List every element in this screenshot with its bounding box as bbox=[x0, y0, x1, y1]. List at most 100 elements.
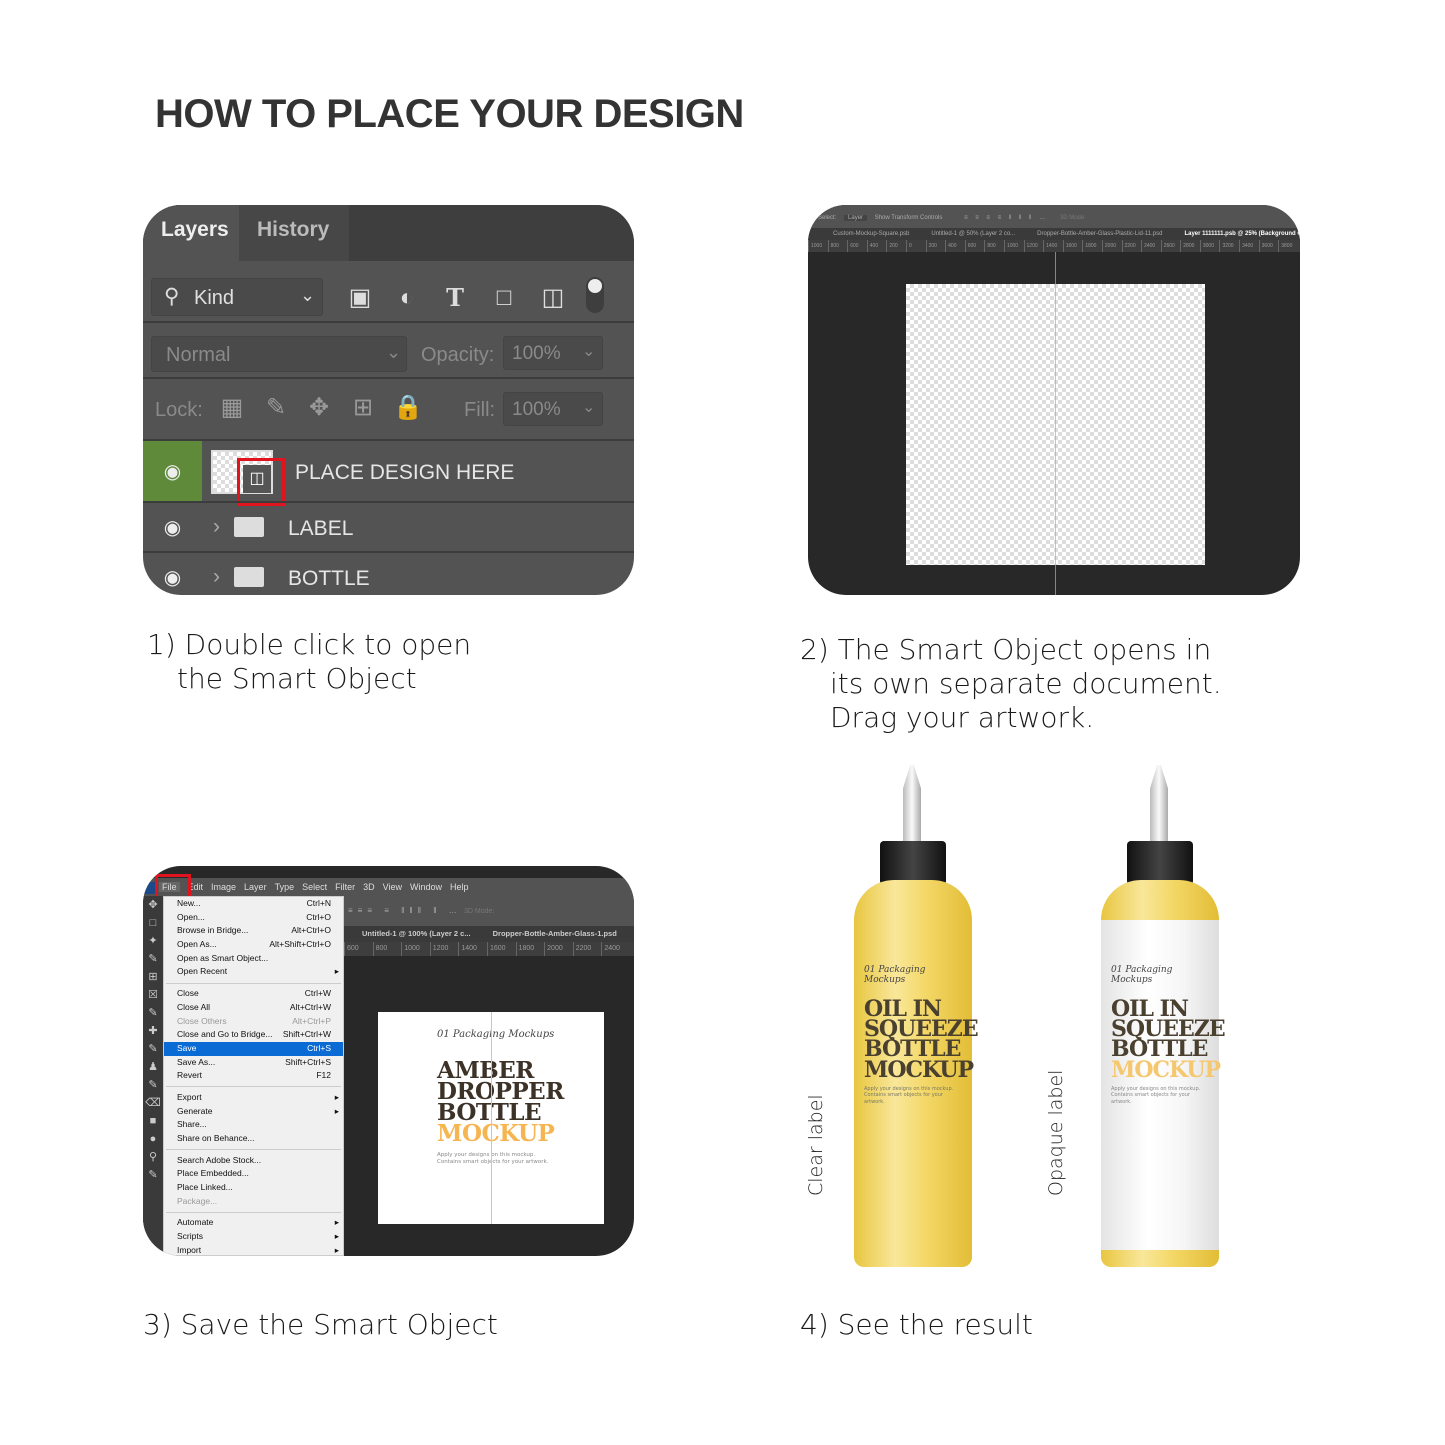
document-tab[interactable]: Layer 1111111.psb @ 25% (Background Colo… bbox=[1184, 231, 1300, 237]
layer-name: BOTTLE bbox=[288, 567, 370, 590]
smart-object-filter-icon[interactable]: ◫ bbox=[538, 283, 568, 313]
menu-item[interactable]: Revert F12 bbox=[164, 1069, 343, 1083]
image-filter-icon[interactable]: ▣ bbox=[345, 283, 375, 313]
ruler-tick: 400 bbox=[866, 240, 887, 252]
page-title: HOW TO PLACE YOUR DESIGN bbox=[155, 92, 744, 136]
menu-layer[interactable]: Layer bbox=[244, 882, 267, 892]
3d-mode-label: 3D Mode: bbox=[464, 908, 495, 915]
menu-item[interactable]: Share on Behance... bbox=[164, 1132, 343, 1146]
menu-item[interactable]: Search Adobe Stock... bbox=[164, 1154, 343, 1168]
ruler-tick: 600 bbox=[344, 942, 373, 956]
target-dropdown[interactable]: Layer bbox=[844, 215, 868, 221]
fill-label: Fill: bbox=[464, 399, 496, 421]
align-icons[interactable]: ≡≡≡ ≡ ‖‖‖ ‖ … bbox=[348, 906, 462, 915]
ruler-tick: 1400 bbox=[1043, 240, 1063, 252]
blend-mode-dropdown[interactable]: Normal ⌄ bbox=[151, 336, 407, 372]
menu-item[interactable]: Open... Ctrl+O bbox=[164, 911, 343, 925]
ruler-tick: 1800 bbox=[515, 942, 545, 956]
tab-history[interactable]: History bbox=[239, 205, 349, 261]
poster-accent: MOCKUP bbox=[437, 1120, 555, 1148]
chevron-right-icon: ▸ bbox=[334, 1231, 339, 1242]
menu-item[interactable]: Close All Alt+Ctrl+W bbox=[164, 1001, 343, 1015]
layer-row-label[interactable]: ◉ › LABEL bbox=[143, 501, 634, 551]
menu-item[interactable]: New... Ctrl+N bbox=[164, 897, 343, 911]
menu-item-label: Share... bbox=[177, 1119, 207, 1130]
menu-item[interactable]: Import ▸ bbox=[164, 1244, 343, 1256]
opacity-input[interactable]: 100% ⌄ bbox=[503, 336, 603, 370]
menu-help[interactable]: Help bbox=[450, 882, 469, 892]
menu-item[interactable]: Scripts ▸ bbox=[164, 1230, 343, 1244]
menu-item-label: Browse in Bridge... bbox=[177, 925, 249, 936]
menu-item[interactable]: Open Recent ▸ bbox=[164, 965, 343, 979]
document-tab[interactable]: Untitled-1 @ 100% (Layer 2 c... bbox=[362, 929, 471, 938]
label-subtitle: Contains smart objects for your artwork. bbox=[864, 1092, 943, 1105]
menu-item-shortcut: Ctrl+S bbox=[307, 1042, 331, 1053]
eye-icon[interactable]: ◉ bbox=[143, 441, 202, 501]
menu-item-shortcut: Alt+Ctrl+W bbox=[289, 1001, 331, 1012]
align-icons[interactable]: ≡ ≡ ≡ ≡ ‖ ‖ ‖ … bbox=[964, 215, 1048, 221]
menu-view[interactable]: View bbox=[383, 882, 402, 892]
eye-icon[interactable]: ◉ bbox=[143, 503, 202, 551]
document-tab[interactable]: Dropper-Bottle-Amber-Glass-1.psd bbox=[493, 929, 617, 938]
design-canvas[interactable]: 01 Packaging Mockups AMBER DROPPER BOTTL… bbox=[378, 1012, 604, 1224]
menu-item[interactable]: Close and Go to Bridge... Shift+Ctrl+W bbox=[164, 1028, 343, 1042]
menu-3d[interactable]: 3D bbox=[363, 882, 375, 892]
menu-item[interactable]: Generate ▸ bbox=[164, 1105, 343, 1119]
document-tabs: Custom-Mockup-Square.psb Untitled-1 @ 50%… bbox=[808, 228, 1300, 240]
tab-layers[interactable]: Layers bbox=[143, 205, 247, 261]
menu-type[interactable]: Type bbox=[275, 882, 295, 892]
menu-item[interactable]: Close Ctrl+W bbox=[164, 987, 343, 1001]
menu-item[interactable]: Place Linked... bbox=[164, 1181, 343, 1195]
menu-item[interactable]: Browse in Bridge... Alt+Ctrl+O bbox=[164, 924, 343, 938]
menu-select[interactable]: Select bbox=[302, 882, 327, 892]
lock-transparent-icon[interactable]: ▦ bbox=[217, 393, 247, 423]
menu-item: Package... bbox=[164, 1195, 343, 1209]
shape-filter-icon[interactable]: □ bbox=[489, 283, 519, 313]
ruler-tick: 1800 bbox=[1082, 240, 1102, 252]
ruler-tick: 1000 bbox=[401, 942, 430, 956]
menu-item[interactable]: Export ▸ bbox=[164, 1091, 343, 1105]
menu-item[interactable]: Automate ▸ bbox=[164, 1216, 343, 1230]
menu-item[interactable]: Save As... Shift+Ctrl+S bbox=[164, 1056, 343, 1070]
brush-icon[interactable]: ✎ bbox=[261, 393, 291, 423]
adjustment-filter-icon[interactable]: ◐ bbox=[392, 283, 422, 313]
caption-line: its own separate document. bbox=[830, 667, 1222, 700]
artboard-icon[interactable]: ⊞ bbox=[348, 393, 378, 423]
ruler-tick: 3800 bbox=[1278, 240, 1298, 252]
menu-image[interactable]: Image bbox=[211, 882, 236, 892]
document-tab[interactable]: Untitled-1 @ 50% (Layer 2 co... bbox=[931, 231, 1015, 237]
layer-row-place-design[interactable]: ◉ ◫ PLACE DESIGN HERE bbox=[143, 439, 634, 506]
lock-icon[interactable]: 🔒 bbox=[393, 393, 423, 423]
ruler-tick: 3000 bbox=[1199, 240, 1220, 252]
menu-item-shortcut: Alt+Shift+Ctrl+O bbox=[269, 939, 331, 950]
menu-item[interactable]: Place Embedded... bbox=[164, 1167, 343, 1181]
menu-item[interactable]: Save Ctrl+S bbox=[164, 1041, 343, 1056]
menu-window[interactable]: Window bbox=[410, 882, 442, 892]
chevron-right-icon: ▸ bbox=[334, 1244, 339, 1255]
transform-controls-checkbox[interactable]: Show Transform Controls bbox=[875, 215, 943, 221]
layer-row-bottle[interactable]: ◉ › BOTTLE bbox=[143, 551, 634, 595]
document-tab[interactable]: Custom-Mockup-Square.psb bbox=[833, 231, 909, 237]
bottle-opaque-label: 01 Packaging Mockups OIL IN SQUEEZE BOTT… bbox=[1097, 765, 1226, 1270]
document-tab[interactable]: Dropper-Bottle-Amber-Glass-Plastic-Lid-1… bbox=[1037, 231, 1162, 237]
ruler-tick: 2200 bbox=[1121, 240, 1142, 252]
chevron-right-icon[interactable]: › bbox=[213, 565, 220, 589]
type-filter-icon[interactable]: T bbox=[440, 283, 470, 313]
ruler-tick: 3400 bbox=[1239, 240, 1259, 252]
menu-filter[interactable]: Filter bbox=[335, 882, 355, 892]
menu-separator bbox=[166, 1211, 341, 1213]
eye-icon[interactable]: ◉ bbox=[143, 553, 202, 595]
menu-item-label: Export bbox=[177, 1091, 202, 1102]
menu-separator bbox=[166, 982, 341, 984]
kind-filter-dropdown[interactable]: ⚲ Kind ⌄ bbox=[151, 278, 323, 316]
caption-line: 1) Double click to open bbox=[147, 628, 472, 661]
move-icon[interactable]: ✥ bbox=[304, 393, 334, 423]
fill-input[interactable]: 100% ⌄ bbox=[503, 392, 603, 426]
chevron-down-icon: ⌄ bbox=[582, 399, 596, 416]
menu-item[interactable]: Open as Smart Object... bbox=[164, 952, 343, 966]
menu-item[interactable]: Share... bbox=[164, 1118, 343, 1132]
menu-item[interactable]: Open As... Alt+Shift+Ctrl+O bbox=[164, 938, 343, 952]
chevron-right-icon[interactable]: › bbox=[213, 515, 220, 539]
filter-toggle[interactable] bbox=[586, 277, 604, 313]
menu-item-label: Revert bbox=[177, 1070, 203, 1081]
